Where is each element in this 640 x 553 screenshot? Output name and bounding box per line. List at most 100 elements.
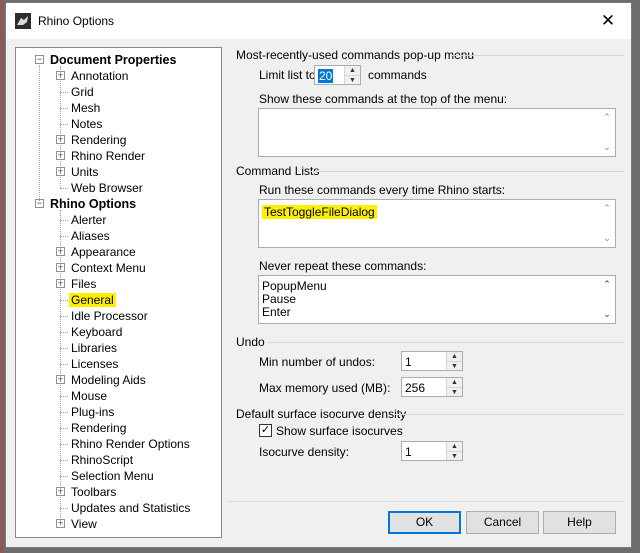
show-commands-list[interactable]: ⌃ ⌄ — [258, 108, 616, 157]
tree-connector — [60, 66, 61, 188]
tree-item-label: Rendering — [71, 421, 127, 435]
tree-item-label: Context Menu — [71, 261, 146, 275]
tree-connector — [60, 92, 68, 93]
tree-item-label: Mouse — [71, 389, 108, 403]
tree-item[interactable]: Updates and Statistics — [56, 500, 192, 516]
scrollbar[interactable]: ⌃ ⌄ — [599, 109, 615, 156]
tree-item[interactable]: + Rendering — [56, 132, 128, 148]
scroll-down-icon[interactable]: ⌄ — [602, 233, 612, 244]
tree-item-label: Appearance — [71, 245, 136, 259]
tree-item-label: Updates and Statistics — [71, 501, 191, 515]
tree-item-label: Keyboard — [71, 325, 123, 339]
scroll-down-icon[interactable]: ⌄ — [602, 142, 612, 153]
tree-item[interactable]: + Annotation — [56, 68, 130, 84]
tree-item-label: Modeling Aids — [71, 373, 146, 387]
isocurve-density-value[interactable]: 1 — [405, 445, 412, 459]
ok-button[interactable]: OK — [388, 511, 461, 534]
cancel-button[interactable]: Cancel — [466, 511, 539, 534]
tree-item[interactable]: Selection Menu — [56, 468, 156, 484]
scroll-up-icon[interactable]: ⌃ — [602, 112, 612, 123]
tree-item-label: Plug-ins — [71, 405, 115, 419]
tree-root[interactable]: − Rhino Options — [35, 196, 138, 212]
tree-item[interactable]: + Files — [56, 276, 98, 292]
close-button[interactable]: ✕ — [585, 3, 631, 39]
tree-item[interactable]: + Units — [56, 164, 100, 180]
options-tree[interactable]: − Document Properties + Annotation Grid Mesh N… — [15, 47, 222, 538]
list-item[interactable]: Enter — [262, 306, 291, 319]
tree-item-label: Aliases — [71, 229, 110, 243]
tree-connector — [60, 396, 68, 397]
max-memory-value[interactable]: 256 — [405, 381, 425, 395]
tree-connector — [60, 300, 68, 301]
tree-connector — [60, 210, 61, 524]
spin-down-icon[interactable]: ▼ — [447, 387, 462, 397]
tree-connector — [60, 364, 68, 365]
tree-item[interactable]: + View — [56, 516, 99, 532]
collapse-icon[interactable]: − — [35, 55, 44, 65]
limit-list-value[interactable]: 20 — [318, 69, 334, 83]
tree-item-label: View — [71, 517, 97, 531]
tree-item[interactable]: + Rhino Render — [56, 148, 147, 164]
section-undo-divider — [268, 342, 624, 343]
tree-connector — [60, 428, 68, 429]
section-command-lists: Command Lists — [236, 164, 320, 178]
tree-item-label: RhinoScript — [71, 453, 134, 467]
spin-down-icon[interactable]: ▼ — [447, 361, 462, 371]
show-isocurves-checkbox[interactable]: ✓ — [259, 424, 272, 437]
never-repeat-list[interactable]: PopupMenu Pause Enter ⌃ ⌄ — [258, 275, 616, 324]
tree-connector — [60, 508, 68, 509]
startup-commands-label: Run these commands every time Rhino star… — [259, 183, 506, 197]
close-icon: ✕ — [600, 11, 616, 30]
tree-item[interactable]: + Context Menu — [56, 260, 148, 276]
title-bar[interactable]: Rhino Options ✕ — [6, 3, 631, 39]
show-isocurves-label[interactable]: Show surface isocurves — [276, 424, 403, 438]
min-undos-label: Min number of undos: — [259, 355, 376, 369]
max-memory-spinner[interactable]: 256 ▲ ▼ — [401, 377, 463, 397]
tree-item-label: General — [69, 293, 116, 307]
spin-up-icon[interactable]: ▲ — [447, 352, 462, 361]
tree-item-label: Grid — [71, 85, 94, 99]
tree-connector — [60, 460, 68, 461]
max-memory-label: Max memory used (MB): — [259, 381, 391, 395]
tree-connector — [60, 316, 68, 317]
scroll-up-icon[interactable]: ⌃ — [602, 203, 612, 214]
limit-list-label: Limit list to — [259, 68, 316, 82]
spin-down-icon[interactable]: ▼ — [447, 451, 462, 461]
tree-item[interactable]: + Toolbars — [56, 484, 118, 500]
tree-item-label: Libraries — [71, 341, 118, 355]
tree-item-label: Mesh — [71, 101, 101, 115]
tree-item[interactable]: Idle Processor — [56, 308, 150, 324]
tree-item-label: Units — [71, 165, 99, 179]
min-undos-value[interactable]: 1 — [405, 355, 412, 369]
help-button[interactable]: Help — [543, 511, 616, 534]
startup-commands-list[interactable]: TestToggleFileDialog ⌃ ⌄ — [258, 199, 616, 248]
scroll-down-icon[interactable]: ⌄ — [602, 309, 612, 320]
spin-up-icon[interactable]: ▲ — [447, 378, 462, 387]
spin-up-icon[interactable]: ▲ — [345, 66, 360, 75]
startup-command-line: TestToggleFileDialog — [262, 205, 377, 219]
tree-item[interactable]: Web Browser — [56, 180, 145, 196]
tree-item-label: Toolbars — [71, 485, 117, 499]
tree-item-label: Rhino Render — [71, 149, 146, 163]
spin-up-icon[interactable]: ▲ — [447, 442, 462, 451]
tree-item-label: Selection Menu — [71, 469, 154, 483]
min-undos-spinner[interactable]: 1 ▲ ▼ — [401, 351, 463, 371]
tree-connector — [60, 476, 68, 477]
tree-item[interactable]: + Modeling Aids — [56, 372, 148, 388]
tree-item-label: Rendering — [71, 133, 127, 147]
spin-down-icon[interactable]: ▼ — [345, 75, 360, 85]
scrollbar[interactable]: ⌃ ⌄ — [599, 200, 615, 247]
tree-root[interactable]: − Document Properties — [35, 52, 178, 68]
tree-item[interactable]: Rhino Render Options — [56, 436, 192, 452]
tree-connector — [60, 220, 68, 221]
scroll-up-icon[interactable]: ⌃ — [602, 279, 612, 290]
limit-list-spinner[interactable]: 20 ▲ ▼ — [314, 65, 361, 85]
limit-list-suffix: commands — [368, 68, 427, 82]
tree-connector — [60, 236, 68, 237]
scrollbar[interactable]: ⌃ ⌄ — [599, 276, 615, 323]
section-mru: Most-recently-used commands pop-up menu — [236, 48, 475, 62]
tree-item[interactable]: + Appearance — [56, 244, 138, 260]
isocurve-density-spinner[interactable]: 1 ▲ ▼ — [401, 441, 463, 461]
tree-connector — [60, 124, 68, 125]
tree-connector — [60, 348, 68, 349]
